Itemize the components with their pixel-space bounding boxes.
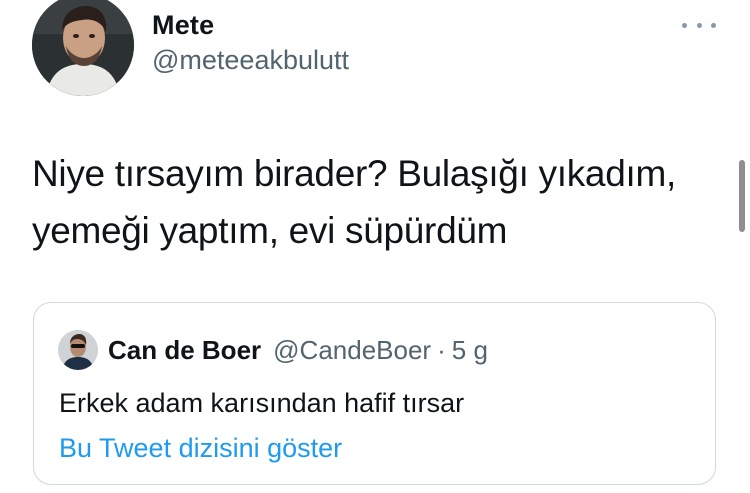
more-dot bbox=[696, 22, 702, 28]
scrollbar[interactable] bbox=[739, 160, 745, 232]
tweet-text-line: Niye tırsayım birader? Bulaşığı yıkadım, bbox=[32, 153, 676, 194]
more-dot bbox=[682, 22, 687, 28]
quoted-author-handle[interactable]: @CandeBoer bbox=[273, 335, 431, 366]
tweet-header: Mete @meteeakbulutt bbox=[32, 0, 732, 100]
more-dot bbox=[711, 22, 716, 28]
quoted-timestamp[interactable]: 5 g bbox=[452, 335, 488, 366]
quoted-author-avatar bbox=[58, 330, 98, 370]
quoted-tweet-header: Can de Boer @CandeBoer · 5 g bbox=[58, 329, 488, 371]
quoted-author-name[interactable]: Can de Boer bbox=[108, 335, 261, 366]
quoted-tweet-card[interactable]: Can de Boer @CandeBoer · 5 g Erkek adam … bbox=[33, 302, 716, 485]
more-options-icon[interactable] bbox=[682, 14, 716, 36]
author-avatar[interactable] bbox=[32, 0, 134, 96]
author-name[interactable]: Mete bbox=[152, 10, 214, 41]
quoted-separator: · bbox=[437, 334, 446, 365]
author-avatar-image bbox=[32, 0, 134, 96]
tweet-text: Niye tırsayım birader? Bulaşığı yıkadım,… bbox=[32, 145, 732, 259]
quoted-tweet-text: Erkek adam karısından hafif tırsar bbox=[59, 388, 465, 418]
tweet-text-line: yemeği yaptım, evi süpürdüm bbox=[32, 210, 508, 251]
show-thread-link[interactable]: Bu Tweet dizisini göster bbox=[59, 433, 342, 464]
author-handle[interactable]: @meteeakbulutt bbox=[152, 45, 349, 76]
quoted-author-avatar-image bbox=[58, 330, 98, 370]
